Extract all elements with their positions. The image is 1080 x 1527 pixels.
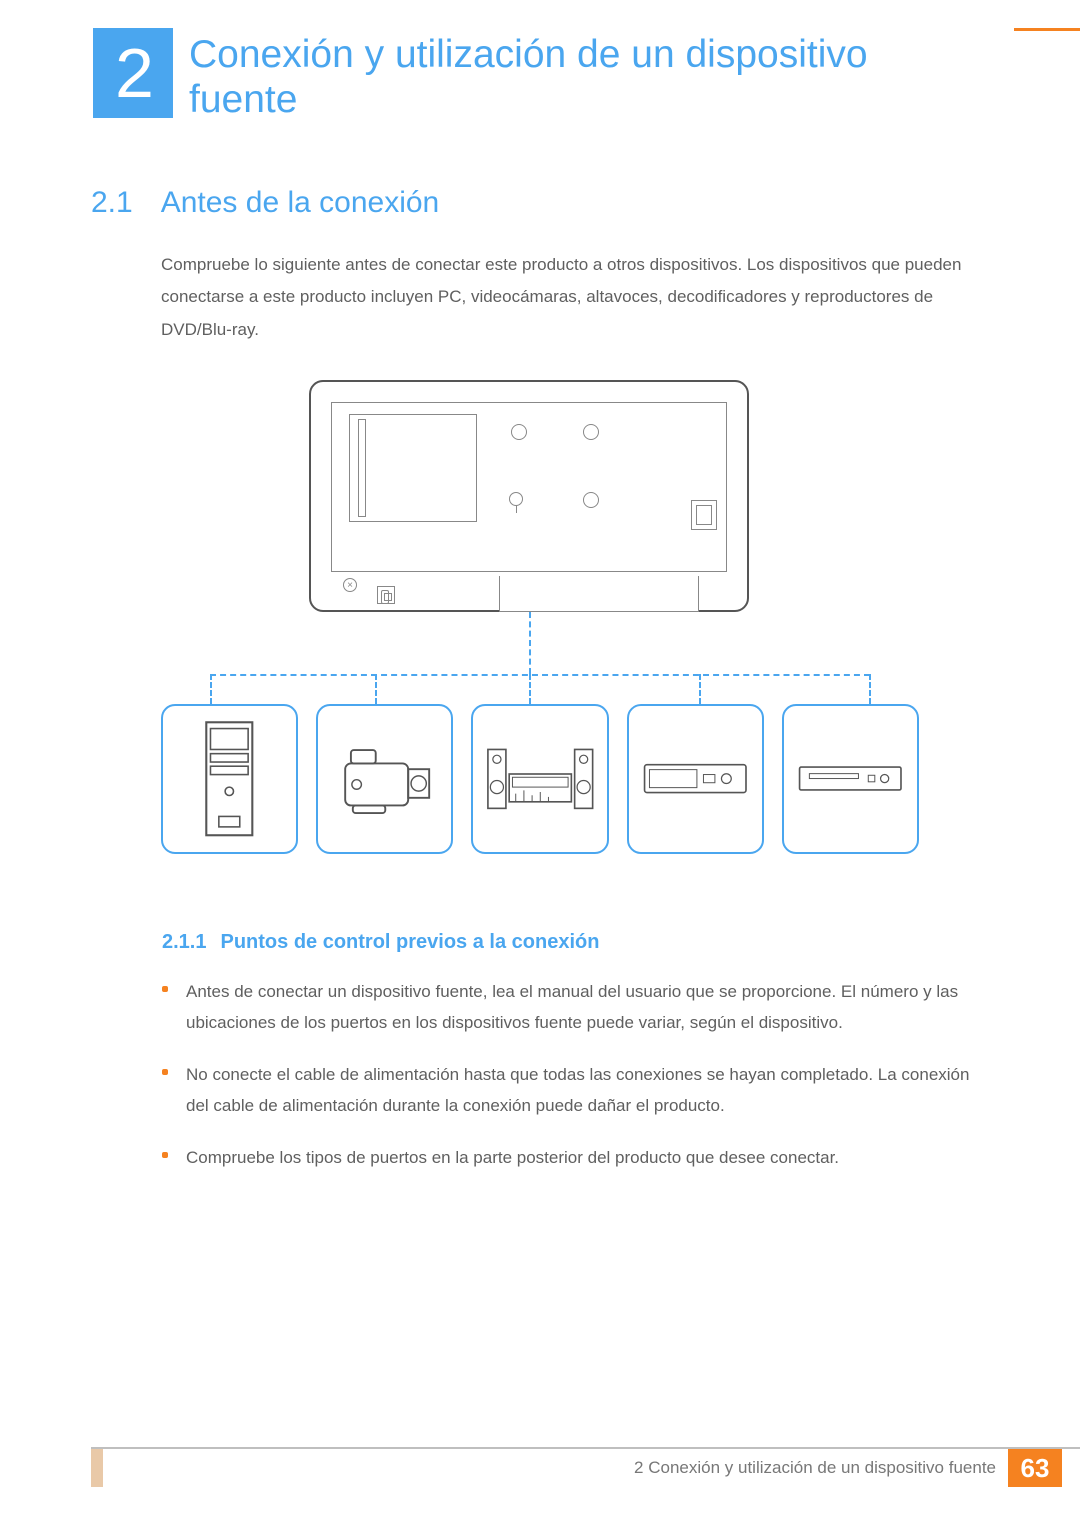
pc-tower-icon [177,716,282,842]
bullet-text: No conecte el cable de alimentación hast… [186,1059,980,1122]
subsection-title: Puntos de control previos a la conexión [220,931,599,954]
connector-line [529,674,531,704]
mount-hole-icon [509,492,523,506]
device-camcorder [316,704,453,854]
connector-line [210,674,212,704]
list-item: Compruebe los tipos de puertos en la par… [162,1142,980,1173]
product-back-panel [309,380,749,612]
port-strip [499,576,699,612]
connector-line [210,674,870,676]
top-accent-rule [1014,28,1080,31]
footer-chapter-label: 2 Conexión y utilización de un dispositi… [634,1458,1008,1478]
set-top-box-icon [638,750,753,807]
device-set-top-box [627,704,764,854]
section-title: Antes de la conexión [161,186,440,220]
connector-line [375,674,377,704]
mount-hole-icon [583,424,599,440]
camcorder-icon [328,731,443,826]
mount-hole-icon [511,424,527,440]
connection-diagram [161,380,919,890]
screw-icon [343,578,357,592]
device-speakers [471,704,608,854]
label-icon [377,586,395,604]
bullet-icon [162,1152,168,1158]
list-item: No conecte el cable de alimentación hast… [162,1059,980,1122]
speakers-receiver-icon [483,738,598,820]
bullet-text: Compruebe los tipos de puertos en la par… [186,1142,839,1173]
dvd-player-icon [793,754,908,803]
subsection-number: 2.1.1 [162,931,206,954]
page-footer: 2 Conexión y utilización de un dispositi… [91,1447,1080,1487]
connector-line [699,674,701,704]
bullet-icon [162,986,168,992]
list-item: Antes de conectar un dispositivo fuente,… [162,976,980,1039]
section-number: 2.1 [91,186,133,220]
chapter-title: Conexión y utilización de un dispositivo… [189,33,929,123]
bullet-icon [162,1069,168,1075]
device-pc-tower [161,704,298,854]
connector-line [869,674,871,704]
connector-line [529,612,531,674]
small-port [691,500,717,530]
expansion-slot [349,414,477,522]
bullet-list: Antes de conectar un dispositivo fuente,… [162,976,980,1193]
bullet-text: Antes de conectar un dispositivo fuente,… [186,976,980,1039]
device-dvd-player [782,704,919,854]
section-paragraph: Compruebe lo siguiente antes de conectar… [161,249,975,346]
mount-hole-icon [583,492,599,508]
chapter-number-badge: 2 [93,28,173,118]
page-number: 63 [1008,1449,1062,1487]
